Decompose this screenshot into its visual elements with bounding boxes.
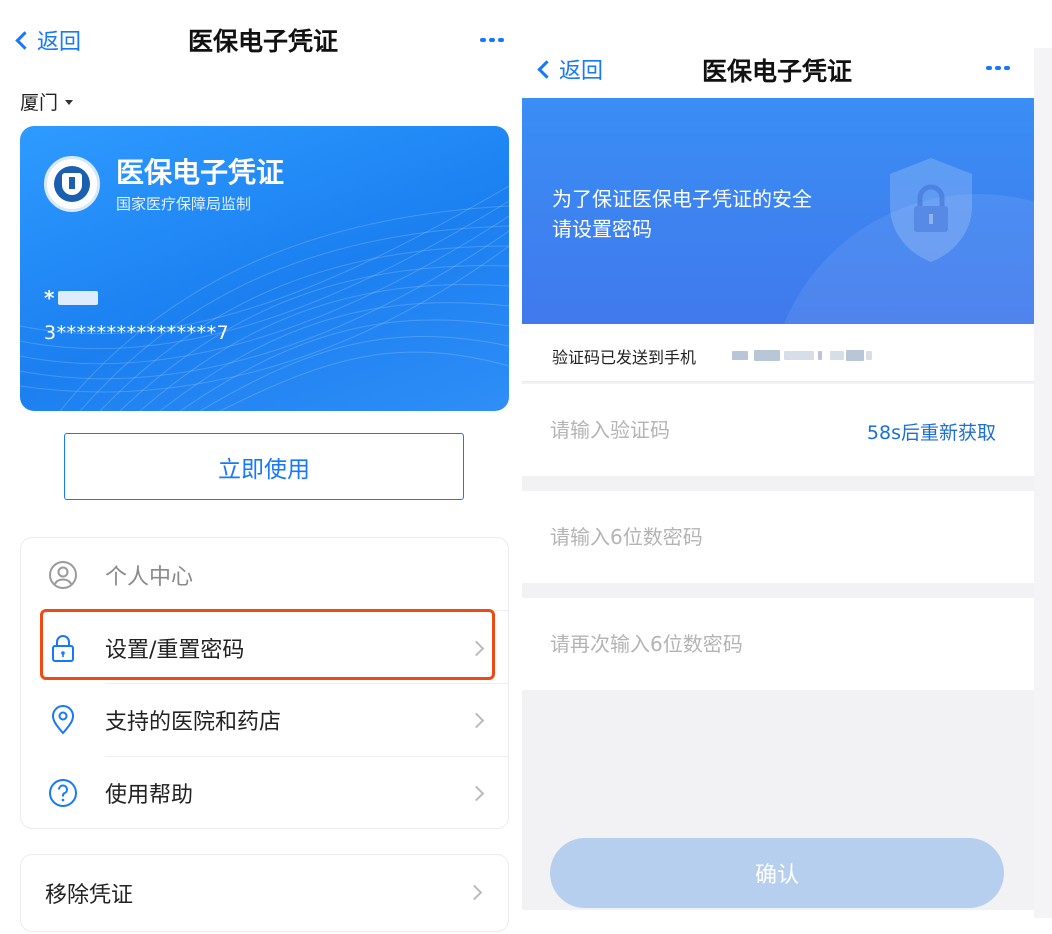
remove-credential-button[interactable]: 移除凭证 bbox=[20, 854, 509, 932]
menu-item-personal-center[interactable]: 个人中心 bbox=[21, 539, 510, 611]
user-circle-icon bbox=[49, 561, 77, 589]
scrollbar[interactable] bbox=[1034, 48, 1052, 918]
insurance-card[interactable]: 医保电子凭证 国家医疗保障局监制 * 3****************7 bbox=[20, 126, 509, 411]
chevron-right-icon bbox=[468, 712, 485, 728]
chevron-right-icon bbox=[468, 785, 485, 801]
back-label: 返回 bbox=[37, 30, 82, 55]
more-icon[interactable] bbox=[480, 38, 504, 42]
use-now-button[interactable]: 立即使用 bbox=[64, 433, 464, 500]
nhsa-emblem-icon bbox=[44, 156, 100, 212]
verification-code-row: 58s后重新获取 bbox=[522, 384, 1034, 476]
menu-item-help[interactable]: 使用帮助 bbox=[21, 757, 510, 829]
banner-line-2: 请设置密码 bbox=[552, 217, 652, 241]
banner-line-1: 为了保证医保电子凭证的安全 bbox=[552, 187, 812, 211]
redacted-phone bbox=[732, 351, 748, 360]
left-panel: 返回 医保电子凭证 厦门 医保电子凭证 国家医疗保障局监制 * 3*******… bbox=[0, 0, 522, 934]
menu-item-label: 设置/重置密码 bbox=[105, 638, 245, 663]
redacted-phone bbox=[866, 351, 872, 360]
code-sent-notice: 验证码已发送到手机 bbox=[522, 324, 1034, 382]
code-sent-label: 验证码已发送到手机 bbox=[552, 348, 697, 367]
card-holder-name-prefix: * bbox=[44, 286, 55, 310]
more-icon[interactable] bbox=[986, 66, 1010, 70]
menu-list: 个人中心 设置/重置密码 支持的医院和药店 使用帮助 bbox=[20, 537, 509, 829]
chevron-left-icon bbox=[537, 59, 556, 79]
page-title: 医保电子凭证 bbox=[702, 57, 853, 86]
shield-lock-icon bbox=[890, 158, 972, 262]
password-confirm-row bbox=[522, 598, 1034, 690]
menu-item-label: 支持的医院和药店 bbox=[105, 710, 282, 735]
password-input[interactable] bbox=[550, 519, 850, 555]
password-confirm-input[interactable] bbox=[550, 626, 850, 662]
card-id-number: 3****************7 bbox=[44, 322, 230, 344]
card-holder-name: * bbox=[44, 286, 99, 310]
card-subtitle: 国家医疗保障局监制 bbox=[116, 195, 252, 213]
caret-down-icon bbox=[65, 100, 74, 105]
menu-item-label: 个人中心 bbox=[105, 565, 194, 590]
city-label: 厦门 bbox=[20, 92, 59, 114]
page-title: 医保电子凭证 bbox=[188, 27, 339, 56]
redacted-name bbox=[58, 291, 99, 305]
city-selector[interactable]: 厦门 bbox=[20, 88, 74, 115]
chevron-right-icon bbox=[466, 884, 483, 901]
chevron-left-icon bbox=[15, 30, 34, 50]
banner-text: 为了保证医保电子凭证的安全 请设置密码 bbox=[552, 184, 812, 244]
security-banner: 为了保证医保电子凭证的安全 请设置密码 bbox=[522, 98, 1034, 324]
redacted-phone bbox=[846, 350, 864, 361]
redacted-phone bbox=[830, 351, 844, 360]
resend-code-button[interactable]: 58s后重新获取 bbox=[867, 418, 996, 445]
back-label: 返回 bbox=[559, 59, 604, 84]
back-button[interactable]: 返回 bbox=[537, 53, 604, 85]
redacted-phone bbox=[784, 351, 814, 360]
menu-item-set-password[interactable]: 设置/重置密码 bbox=[21, 612, 510, 684]
right-panel: 返回 医保电子凭证 为了保证医保电子凭证的安全 请设置密码 验证码已发送到手机 … bbox=[522, 0, 1052, 934]
help-circle-icon bbox=[49, 779, 77, 807]
redacted-phone bbox=[754, 350, 780, 361]
menu-item-label: 使用帮助 bbox=[105, 783, 194, 808]
menu-item-hospitals-pharmacies[interactable]: 支持的医院和药店 bbox=[21, 684, 510, 756]
lock-icon bbox=[52, 635, 74, 662]
redacted-phone bbox=[818, 351, 822, 360]
card-title: 医保电子凭证 bbox=[116, 156, 285, 189]
chevron-right-icon bbox=[468, 640, 485, 656]
remove-label: 移除凭证 bbox=[45, 883, 134, 908]
password-row bbox=[522, 491, 1034, 583]
verification-code-input[interactable] bbox=[550, 412, 850, 448]
back-button[interactable]: 返回 bbox=[15, 24, 82, 56]
confirm-button[interactable]: 确认 bbox=[550, 838, 1004, 908]
location-pin-icon bbox=[51, 705, 75, 735]
